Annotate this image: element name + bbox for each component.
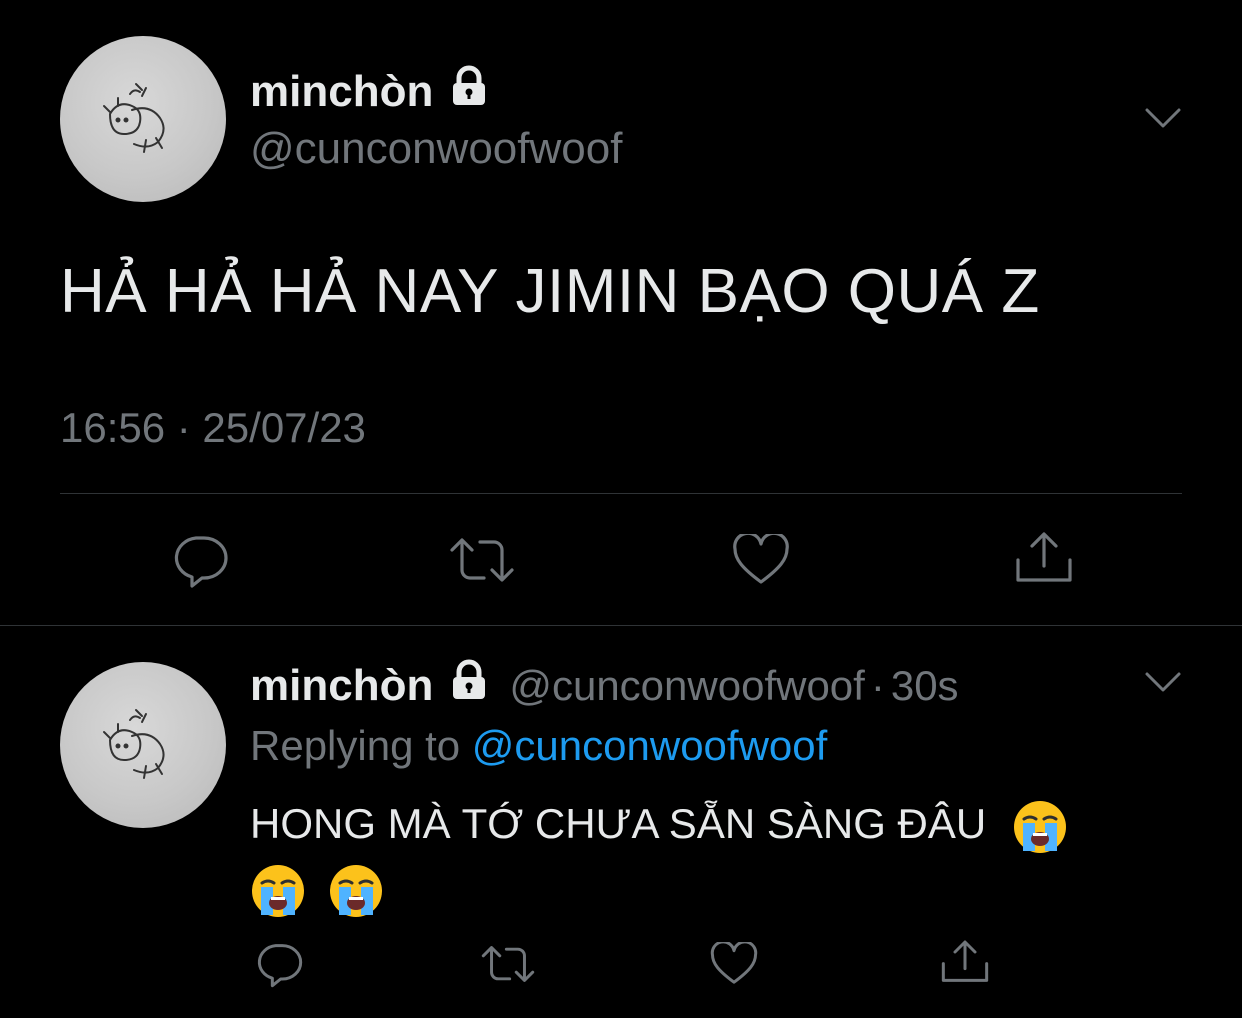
replying-to-label: Replying to (250, 722, 461, 769)
divider (60, 493, 1182, 494)
reply-button[interactable] (254, 940, 304, 988)
retweet-icon (481, 946, 535, 982)
reply-time[interactable]: 30s (891, 662, 959, 710)
tweet-text: HẢ HẢ HẢ NAY JIMIN BẠO QUÁ Z (60, 257, 1040, 326)
loudly-crying-face-icon (1012, 799, 1068, 855)
thread-divider (0, 625, 1242, 626)
reply-button[interactable] (170, 532, 230, 588)
lock-icon (447, 65, 491, 120)
share-button[interactable] (940, 938, 990, 986)
reply-icon (174, 536, 228, 588)
heart-icon (733, 531, 789, 584)
reply-text: HONG MÀ TỚ CHƯA SẴN SÀNG ĐÂU (250, 800, 987, 847)
tweet-timestamp[interactable]: 16:56 · 25/07/23 (60, 404, 366, 452)
lock-icon (447, 659, 491, 714)
display-name[interactable]: minchòn (250, 65, 491, 120)
reply-text-block: HONG MÀ TỚ CHƯA SẴN SÀNG ĐÂU (250, 792, 1150, 920)
chevron-down-icon[interactable] (1144, 104, 1182, 134)
replying-to: Replying to @cunconwoofwoof (250, 722, 827, 770)
display-name-text: minchòn (250, 661, 434, 710)
display-name-text: minchòn (250, 67, 434, 116)
share-icon (941, 940, 989, 982)
loudly-crying-face-icon (328, 863, 384, 919)
retweet-button[interactable] (480, 942, 536, 986)
retweet-icon (450, 538, 514, 582)
reply-handle[interactable]: @cunconwoofwoof (509, 662, 865, 710)
loudly-crying-face-icon (250, 863, 306, 919)
heart-icon (710, 940, 758, 984)
share-icon (1016, 532, 1072, 582)
chevron-down-icon[interactable] (1144, 668, 1182, 698)
reply-header: minchòn @cunconwoofwoof · 30s (250, 658, 959, 714)
like-button[interactable] (732, 531, 790, 586)
retweet-button[interactable] (448, 534, 516, 586)
handle[interactable]: @cunconwoofwoof (250, 124, 622, 174)
reply-display-name[interactable]: minchòn (250, 659, 491, 714)
avatar[interactable] (60, 36, 226, 202)
separator-dot: · (870, 662, 885, 709)
replying-to-link[interactable]: @cunconwoofwoof (472, 722, 828, 769)
like-button[interactable] (710, 940, 758, 986)
reply-icon (257, 944, 303, 988)
avatar[interactable] (60, 662, 226, 828)
share-button[interactable] (1014, 530, 1074, 586)
